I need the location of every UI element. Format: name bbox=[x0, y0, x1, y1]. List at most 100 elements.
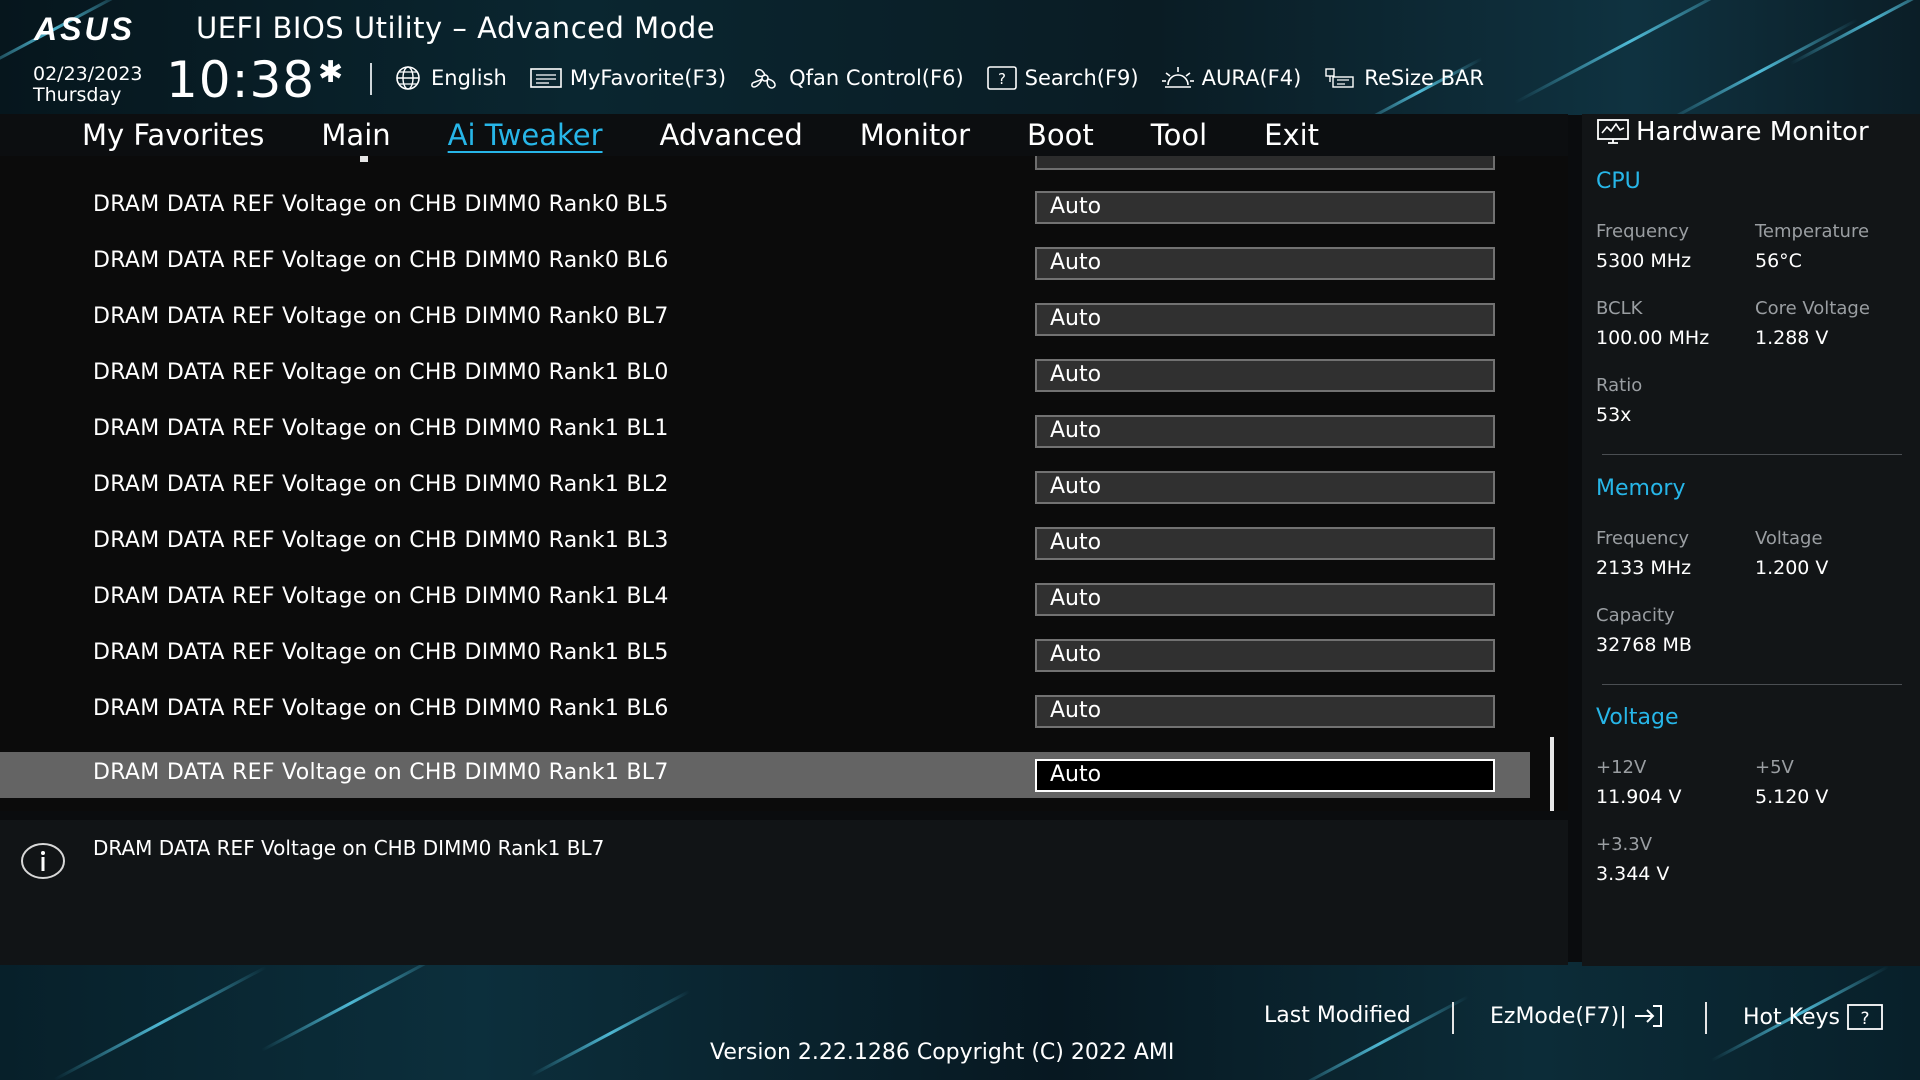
tab-exit[interactable]: Exit bbox=[1264, 118, 1319, 152]
bclk-value: 100.00 MHz bbox=[1596, 327, 1710, 349]
hot-keys-button[interactable]: Hot Keys ? bbox=[1743, 1003, 1884, 1031]
partial-value-box bbox=[1035, 156, 1495, 170]
app-title: UEFI BIOS Utility – Advanced Mode bbox=[196, 11, 716, 45]
setting-value-field[interactable]: Auto bbox=[1035, 191, 1495, 224]
setting-row[interactable]: DRAM DATA REF Voltage on CHB DIMM0 Rank0… bbox=[0, 296, 1530, 342]
toolbar: English MyFavorite(F3) Qfan Control(F6) … bbox=[392, 62, 1506, 94]
core-voltage-value: 1.288 V bbox=[1755, 327, 1829, 349]
setting-row-selected[interactable]: DRAM DATA REF Voltage on CHB DIMM0 Rank1… bbox=[0, 752, 1530, 798]
tab-monitor[interactable]: Monitor bbox=[860, 118, 970, 152]
resize-bar-button[interactable]: ReSize BAR bbox=[1323, 65, 1484, 91]
setting-value-field[interactable]: Auto bbox=[1035, 695, 1495, 728]
myfavorite-label: MyFavorite(F3) bbox=[569, 66, 727, 90]
v33-label: +3.3V bbox=[1596, 834, 1653, 855]
setting-row[interactable]: DRAM DATA REF Voltage on CHB DIMM0 Rank0… bbox=[0, 184, 1530, 230]
memory-voltage-value: 1.200 V bbox=[1755, 557, 1829, 579]
setting-label: DRAM DATA REF Voltage on CHB DIMM0 Rank0… bbox=[93, 248, 669, 273]
hardware-monitor-label: Hardware Monitor bbox=[1636, 117, 1869, 147]
day-display: Thursday bbox=[33, 84, 122, 106]
resize-bar-icon bbox=[1325, 68, 1354, 88]
setting-value-field[interactable]: Auto bbox=[1035, 303, 1495, 336]
tab-my-favorites[interactable]: My Favorites bbox=[82, 118, 264, 152]
clock-display: 10:38 bbox=[166, 51, 316, 109]
search-icon: ? bbox=[986, 66, 1017, 90]
setting-value-field[interactable]: Auto bbox=[1035, 471, 1495, 504]
version-text: Version 2.22.1286 Copyright (C) 2022 AMI bbox=[710, 1040, 1175, 1065]
setting-row[interactable]: DRAM DATA REF Voltage on CHB DIMM0 Rank1… bbox=[0, 352, 1530, 398]
v5-value: 5.120 V bbox=[1755, 786, 1829, 808]
memory-frequency-value: 2133 MHz bbox=[1596, 557, 1692, 579]
aura-icon bbox=[1161, 67, 1194, 88]
setting-value-field[interactable]: Auto bbox=[1035, 359, 1495, 392]
setting-value-field[interactable]: Auto bbox=[1035, 527, 1495, 560]
svg-text:?: ? bbox=[1860, 1009, 1869, 1029]
gear-icon[interactable]: ✱ bbox=[318, 58, 343, 88]
setting-value-field[interactable]: Auto bbox=[1035, 583, 1495, 616]
tab-main[interactable]: Main bbox=[321, 118, 390, 152]
ratio-label: Ratio bbox=[1596, 375, 1643, 396]
setting-value-field[interactable]: Auto bbox=[1035, 415, 1495, 448]
tab-tool[interactable]: Tool bbox=[1151, 118, 1207, 152]
language-label: English bbox=[431, 66, 507, 90]
last-modified-label: Last Modified bbox=[1264, 1003, 1411, 1028]
setting-row[interactable]: DRAM DATA REF Voltage on CHB DIMM0 Rank0… bbox=[0, 240, 1530, 286]
core-voltage-label: Core Voltage bbox=[1755, 298, 1870, 319]
search-label: Search(F9) bbox=[1024, 66, 1139, 90]
hw-divider bbox=[1602, 684, 1902, 685]
v12-value: 11.904 V bbox=[1596, 786, 1682, 808]
qfan-control-label: Qfan Control(F6) bbox=[789, 66, 964, 90]
v5-label: +5V bbox=[1755, 757, 1794, 778]
setting-label: DRAM DATA REF Voltage on CHB DIMM0 Rank0… bbox=[93, 304, 669, 329]
date-display: 02/23/2023 bbox=[33, 63, 143, 85]
aura-button[interactable]: AURA(F4) bbox=[1161, 65, 1301, 91]
svg-text:?: ? bbox=[998, 70, 1006, 88]
tab-advanced[interactable]: Advanced bbox=[660, 118, 803, 152]
memory-heading: Memory bbox=[1596, 476, 1686, 501]
last-modified-button[interactable]: Last Modified bbox=[1264, 1003, 1411, 1028]
setting-row[interactable]: DRAM DATA REF Voltage on CHB DIMM0 Rank1… bbox=[0, 576, 1530, 622]
cpu-temperature-value: 56°C bbox=[1755, 250, 1802, 272]
memory-frequency-label: Frequency bbox=[1596, 528, 1689, 549]
scrollbar[interactable] bbox=[1550, 737, 1554, 811]
fan-icon bbox=[751, 68, 776, 89]
favorite-icon bbox=[530, 68, 562, 88]
setting-label: DRAM DATA REF Voltage on CHB DIMM0 Rank1… bbox=[93, 584, 669, 609]
setting-value-field[interactable]: Auto bbox=[1035, 759, 1495, 792]
cpu-frequency-label: Frequency bbox=[1596, 221, 1689, 242]
setting-label: DRAM DATA REF Voltage on CHB DIMM0 Rank1… bbox=[93, 696, 669, 721]
language-button[interactable]: English bbox=[392, 65, 507, 91]
cpu-heading: CPU bbox=[1596, 169, 1641, 194]
header-divider bbox=[370, 63, 372, 95]
tab-boot[interactable]: Boot bbox=[1027, 118, 1094, 152]
search-button[interactable]: ? Search(F9) bbox=[986, 65, 1139, 91]
ezmode-button[interactable]: EzMode(F7)| bbox=[1490, 1003, 1665, 1029]
qfan-control-button[interactable]: Qfan Control(F6) bbox=[748, 65, 964, 91]
tab-ai-tweaker[interactable]: Ai Tweaker bbox=[448, 118, 603, 152]
settings-list: DRAM DATA REF Voltage on CHB DIMM0 Rank0… bbox=[0, 156, 1568, 811]
setting-row[interactable]: DRAM DATA REF Voltage on CHB DIMM0 Rank1… bbox=[0, 520, 1530, 566]
setting-row[interactable]: DRAM DATA REF Voltage on CHB DIMM0 Rank1… bbox=[0, 632, 1530, 678]
setting-label: DRAM DATA REF Voltage on CHB DIMM0 Rank1… bbox=[93, 640, 669, 665]
myfavorite-button[interactable]: MyFavorite(F3) bbox=[529, 66, 726, 90]
partial-row-text bbox=[360, 156, 368, 162]
setting-value-field[interactable]: Auto bbox=[1035, 247, 1495, 280]
globe-icon bbox=[396, 66, 420, 90]
ezmode-label: EzMode(F7)| bbox=[1490, 1003, 1627, 1029]
info-icon bbox=[21, 843, 65, 879]
v12-label: +12V bbox=[1596, 757, 1647, 778]
bclk-label: BCLK bbox=[1596, 298, 1643, 319]
help-panel: DRAM DATA REF Voltage on CHB DIMM0 Rank1… bbox=[0, 820, 1568, 965]
setting-row[interactable]: DRAM DATA REF Voltage on CHB DIMM0 Rank1… bbox=[0, 408, 1530, 454]
hardware-monitor-panel: Hardware Monitor CPU Frequency 5300 MHz … bbox=[1582, 114, 1920, 966]
setting-value-field[interactable]: Auto bbox=[1035, 639, 1495, 672]
setting-row[interactable]: DRAM DATA REF Voltage on CHB DIMM0 Rank1… bbox=[0, 688, 1530, 734]
setting-label: DRAM DATA REF Voltage on CHB DIMM0 Rank1… bbox=[93, 416, 669, 441]
cpu-frequency-value: 5300 MHz bbox=[1596, 250, 1692, 272]
setting-row[interactable]: DRAM DATA REF Voltage on CHB DIMM0 Rank1… bbox=[0, 464, 1530, 510]
hw-divider bbox=[1602, 454, 1902, 455]
main-menu: My Favorites Main Ai Tweaker Advanced Mo… bbox=[0, 114, 1568, 156]
voltage-heading: Voltage bbox=[1596, 705, 1679, 730]
help-text: DRAM DATA REF Voltage on CHB DIMM0 Rank1… bbox=[93, 836, 605, 860]
v33-value: 3.344 V bbox=[1596, 863, 1670, 885]
setting-label: DRAM DATA REF Voltage on CHB DIMM0 Rank0… bbox=[93, 192, 669, 217]
